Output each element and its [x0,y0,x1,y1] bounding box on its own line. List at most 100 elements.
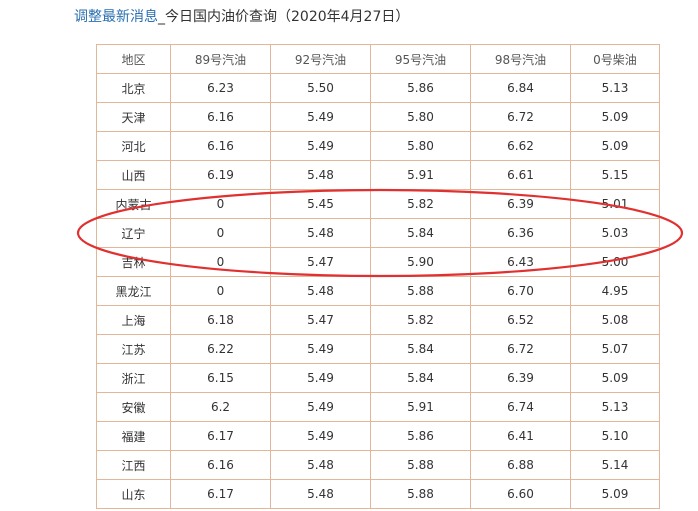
table-row: 上海 6.18 5.47 5.82 6.52 5.08 [96,305,660,335]
page-title: 调整最新消息_今日国内油价查询（2020年4月27日） [74,6,409,26]
region-cell: 山西 [96,160,171,190]
region-cell: 河北 [96,131,171,161]
latest-news-link[interactable]: 调整最新消息 [74,9,158,25]
price-cell: 6.16 [170,131,271,161]
price-cell: 6.23 [170,73,271,103]
table-row: 北京 6.23 5.50 5.86 6.84 5.13 [96,73,660,103]
price-cell: 5.82 [370,189,471,219]
region-cell: 天津 [96,102,171,132]
table-row: 黑龙江 0 5.48 5.88 6.70 4.95 [96,276,660,306]
price-cell: 5.13 [570,73,660,103]
price-cell: 6.22 [170,334,271,364]
table-row: 福建 6.17 5.49 5.86 6.41 5.10 [96,421,660,451]
price-cell: 5.80 [370,102,471,132]
price-cell: 6.15 [170,363,271,393]
price-cell: 5.14 [570,450,660,480]
price-cell: 5.84 [370,334,471,364]
price-cell: 5.48 [270,218,371,248]
price-cell: 5.49 [270,421,371,451]
price-cell: 6.43 [470,247,571,277]
column-header-diesel: 0号柴油 [570,44,660,74]
price-cell: 6.39 [470,363,571,393]
table-row: 浙江 6.15 5.49 5.84 6.39 5.09 [96,363,660,393]
price-cell: 5.91 [370,160,471,190]
price-cell: 5.01 [570,189,660,219]
column-header-region: 地区 [96,44,171,74]
price-cell: 5.82 [370,305,471,335]
table-row: 河北 6.16 5.49 5.80 6.62 5.09 [96,131,660,161]
price-cell: 5.13 [570,392,660,422]
table-header-row: 地区 89号汽油 92号汽油 95号汽油 98号汽油 0号柴油 [96,44,660,74]
price-cell: 0 [170,189,271,219]
price-cell: 5.49 [270,363,371,393]
price-cell: 5.00 [570,247,660,277]
price-cell: 6.2 [170,392,271,422]
region-cell: 安徽 [96,392,171,422]
region-cell: 上海 [96,305,171,335]
table-row: 辽宁 0 5.48 5.84 6.36 5.03 [96,218,660,248]
price-cell: 5.88 [370,276,471,306]
price-cell: 5.88 [370,479,471,509]
region-cell: 内蒙古 [96,189,171,219]
price-cell: 6.19 [170,160,271,190]
price-cell: 5.15 [570,160,660,190]
price-cell: 5.09 [570,131,660,161]
price-cell: 0 [170,276,271,306]
price-cell: 0 [170,247,271,277]
region-cell: 北京 [96,73,171,103]
price-cell: 5.48 [270,160,371,190]
price-cell: 0 [170,218,271,248]
price-cell: 5.88 [370,450,471,480]
region-cell: 浙江 [96,363,171,393]
price-cell: 5.80 [370,131,471,161]
price-cell: 5.49 [270,102,371,132]
price-cell: 6.39 [470,189,571,219]
price-cell: 6.72 [470,334,571,364]
price-cell: 5.07 [570,334,660,364]
price-cell: 6.52 [470,305,571,335]
price-cell: 6.36 [470,218,571,248]
price-cell: 6.88 [470,450,571,480]
table-row: 内蒙古 0 5.45 5.82 6.39 5.01 [96,189,660,219]
price-cell: 6.41 [470,421,571,451]
region-cell: 江苏 [96,334,171,364]
price-cell: 5.10 [570,421,660,451]
price-cell: 6.70 [470,276,571,306]
price-cell: 5.48 [270,450,371,480]
price-cell: 6.18 [170,305,271,335]
table-row: 安徽 6.2 5.49 5.91 6.74 5.13 [96,392,660,422]
price-cell: 6.16 [170,450,271,480]
price-cell: 5.09 [570,102,660,132]
price-cell: 5.09 [570,479,660,509]
price-cell: 5.48 [270,276,371,306]
price-cell: 5.03 [570,218,660,248]
price-cell: 5.90 [370,247,471,277]
price-cell: 5.49 [270,131,371,161]
price-cell: 5.49 [270,392,371,422]
region-cell: 黑龙江 [96,276,171,306]
table-row: 吉林 0 5.47 5.90 6.43 5.00 [96,247,660,277]
price-cell: 5.86 [370,421,471,451]
region-cell: 吉林 [96,247,171,277]
table-row: 山西 6.19 5.48 5.91 6.61 5.15 [96,160,660,190]
price-cell: 4.95 [570,276,660,306]
price-cell: 5.84 [370,218,471,248]
price-cell: 6.17 [170,421,271,451]
price-cell: 5.47 [270,247,371,277]
price-cell: 6.60 [470,479,571,509]
column-header-89: 89号汽油 [170,44,271,74]
price-cell: 5.84 [370,363,471,393]
price-cell: 6.72 [470,102,571,132]
region-cell: 山东 [96,479,171,509]
price-cell: 5.50 [270,73,371,103]
column-header-92: 92号汽油 [270,44,371,74]
price-cell: 6.74 [470,392,571,422]
region-cell: 辽宁 [96,218,171,248]
price-cell: 5.86 [370,73,471,103]
table-row: 江苏 6.22 5.49 5.84 6.72 5.07 [96,334,660,364]
region-cell: 江西 [96,450,171,480]
table-row: 天津 6.16 5.49 5.80 6.72 5.09 [96,102,660,132]
price-cell: 5.45 [270,189,371,219]
price-cell: 5.48 [270,479,371,509]
price-cell: 6.16 [170,102,271,132]
